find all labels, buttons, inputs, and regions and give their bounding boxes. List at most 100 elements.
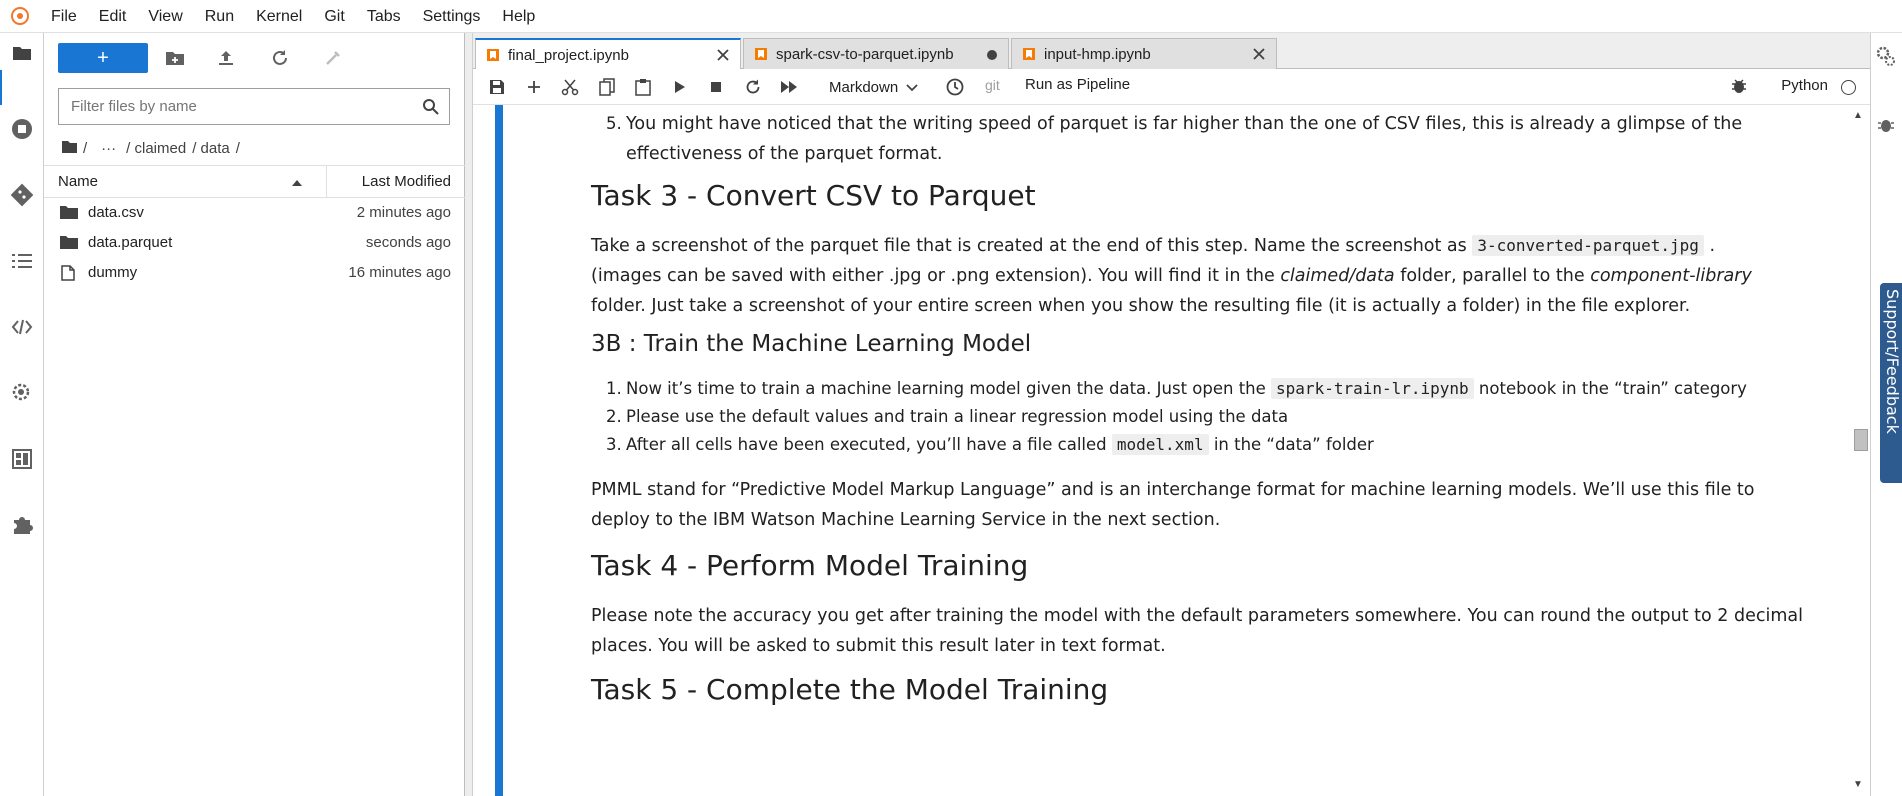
- tab-input-hmp[interactable]: input-hmp.ipynb: [1011, 38, 1277, 69]
- unsaved-dot-icon[interactable]: [987, 50, 997, 60]
- text: in the “data” folder: [1208, 435, 1374, 454]
- menu-tabs[interactable]: Tabs: [356, 0, 412, 33]
- component-catalog-icon[interactable]: [8, 445, 36, 473]
- heading-3b: 3B : Train the Machine Learning Model: [591, 331, 1032, 357]
- new-folder-icon[interactable]: [163, 46, 187, 70]
- notebook-scrollbar[interactable]: ▲ ▼: [1848, 105, 1870, 796]
- column-name-label: Name: [58, 173, 99, 190]
- heading-task-5: Task 5 - Complete the Model Training: [591, 673, 1109, 706]
- breadcrumb-data[interactable]: / data: [192, 140, 230, 157]
- text: Please use the default values and train …: [626, 407, 1289, 426]
- pmml-paragraph: PMML stand for “Predictive Model Markup …: [591, 475, 1831, 535]
- text: Please note the accuracy you get after t…: [591, 606, 1803, 626]
- panel-splitter[interactable]: [465, 33, 473, 796]
- list-item: 3. After all cells have been executed, y…: [591, 431, 1831, 459]
- menu-settings[interactable]: Settings: [412, 0, 492, 33]
- property-inspector-icon[interactable]: [8, 379, 36, 407]
- restart-kernel-icon[interactable]: [743, 77, 763, 97]
- chevron-down-icon: [906, 79, 918, 96]
- notebook-toolbar: Markdown git Run as Pipeline Python: [473, 69, 1870, 105]
- close-icon[interactable]: [716, 48, 730, 62]
- menu-file[interactable]: File: [40, 0, 88, 33]
- new-launcher-button[interactable]: +: [58, 43, 148, 73]
- heading-task-4: Task 4 - Perform Model Training: [591, 549, 1029, 582]
- column-modified-header[interactable]: Last Modified: [362, 166, 451, 197]
- clock-icon[interactable]: [945, 77, 965, 97]
- file-row-data-csv[interactable]: data.csv 2 minutes ago: [44, 198, 465, 228]
- extension-manager-icon[interactable]: [8, 511, 36, 539]
- upload-icon[interactable]: [214, 46, 238, 70]
- cut-icon[interactable]: [560, 77, 580, 97]
- scroll-up-icon[interactable]: ▲: [1853, 110, 1863, 121]
- text: deploy to the IBM Watson Machine Learnin…: [591, 510, 1221, 530]
- menu-git[interactable]: Git: [313, 0, 355, 33]
- task4-paragraph: Please note the accuracy you get after t…: [591, 601, 1831, 661]
- feedback-label: Support/Feedback: [1883, 289, 1902, 434]
- search-icon: [413, 98, 449, 116]
- git-diff-button[interactable]: git: [985, 77, 1000, 93]
- scroll-thumb[interactable]: [1854, 429, 1868, 451]
- git-clone-icon[interactable]: [321, 46, 345, 70]
- scroll-down-icon[interactable]: ▼: [1853, 779, 1863, 790]
- breadcrumb-trailing-slash: /: [235, 139, 240, 157]
- notebook-content: 5. You might have noticed that the writi…: [473, 105, 1870, 796]
- notebook-icon: [486, 48, 500, 62]
- tab-final-project[interactable]: final_project.ipynb: [475, 38, 741, 70]
- tab-spark-csv-to-parquet[interactable]: spark-csv-to-parquet.ipynb: [743, 38, 1009, 69]
- table-of-contents-icon[interactable]: [8, 247, 36, 275]
- insert-cell-icon[interactable]: [524, 77, 544, 97]
- text: places. You will be asked to submit this…: [591, 636, 1166, 656]
- text: Take a screenshot of the parquet file th…: [591, 236, 1473, 256]
- menu-help[interactable]: Help: [491, 0, 546, 33]
- copy-icon[interactable]: [597, 77, 617, 97]
- menu-run[interactable]: Run: [194, 0, 245, 33]
- kernel-status-icon: [1841, 80, 1856, 95]
- file-modified: seconds ago: [365, 234, 451, 251]
- jupyter-logo-icon: [0, 0, 40, 33]
- breadcrumb-root[interactable]: /: [83, 140, 87, 157]
- folder-icon[interactable]: [8, 39, 36, 67]
- column-divider[interactable]: [326, 166, 327, 197]
- list-item-5: 5. You might have noticed that the writi…: [591, 109, 1831, 169]
- active-cell-indicator[interactable]: [495, 105, 503, 796]
- file-list-header: Name Last Modified: [44, 165, 465, 198]
- kernel-name[interactable]: Python: [1781, 77, 1828, 94]
- debugger-bug-icon[interactable]: [1730, 77, 1750, 97]
- save-icon[interactable]: [487, 77, 507, 97]
- folder-icon: [60, 235, 78, 251]
- cell-type-dropdown[interactable]: Markdown: [829, 75, 918, 99]
- run-as-pipeline-button[interactable]: Run as Pipeline: [1025, 76, 1130, 93]
- text: notebook in the “train” category: [1473, 379, 1747, 398]
- menu-kernel[interactable]: Kernel: [245, 0, 313, 33]
- breadcrumb-claimed[interactable]: / claimed: [126, 140, 186, 157]
- breadcrumb-ellipsis[interactable]: ···: [101, 140, 116, 157]
- breadcrumb-home-icon[interactable]: [62, 140, 77, 157]
- code-snippets-icon[interactable]: [8, 313, 36, 341]
- paste-icon[interactable]: [633, 77, 653, 97]
- list-number: 2.: [606, 407, 622, 426]
- list-item: 1. Now it’s time to train a machine lear…: [591, 375, 1831, 403]
- menu-bar: File Edit View Run Kernel Git Tabs Setti…: [0, 0, 1902, 33]
- menu-view[interactable]: View: [137, 0, 193, 33]
- property-inspector-gears-icon[interactable]: [1875, 45, 1897, 72]
- text: .: [1703, 236, 1716, 256]
- file-row-dummy[interactable]: dummy 16 minutes ago: [44, 258, 465, 288]
- sort-ascending-icon[interactable]: [291, 175, 303, 192]
- file-name: data.csv: [88, 204, 144, 221]
- menu-edit[interactable]: Edit: [88, 0, 138, 33]
- support-feedback-tab[interactable]: Support/Feedback: [1880, 283, 1902, 483]
- restart-run-all-icon[interactable]: [779, 77, 799, 97]
- column-name-header[interactable]: Name: [58, 166, 318, 197]
- debugger-icon[interactable]: [1876, 115, 1896, 140]
- file-row-data-parquet[interactable]: data.parquet seconds ago: [44, 228, 465, 258]
- emphasis: claimed/data: [1280, 266, 1395, 286]
- filter-files-input[interactable]: [59, 98, 413, 115]
- refresh-icon[interactable]: [268, 46, 292, 70]
- file-filter-box: [58, 88, 450, 125]
- file-icon: [60, 265, 78, 281]
- close-icon[interactable]: [1252, 47, 1266, 61]
- interrupt-kernel-icon[interactable]: [706, 77, 726, 97]
- running-sessions-icon[interactable]: [8, 115, 36, 143]
- run-cell-icon[interactable]: [670, 77, 690, 97]
- git-icon[interactable]: [8, 181, 36, 209]
